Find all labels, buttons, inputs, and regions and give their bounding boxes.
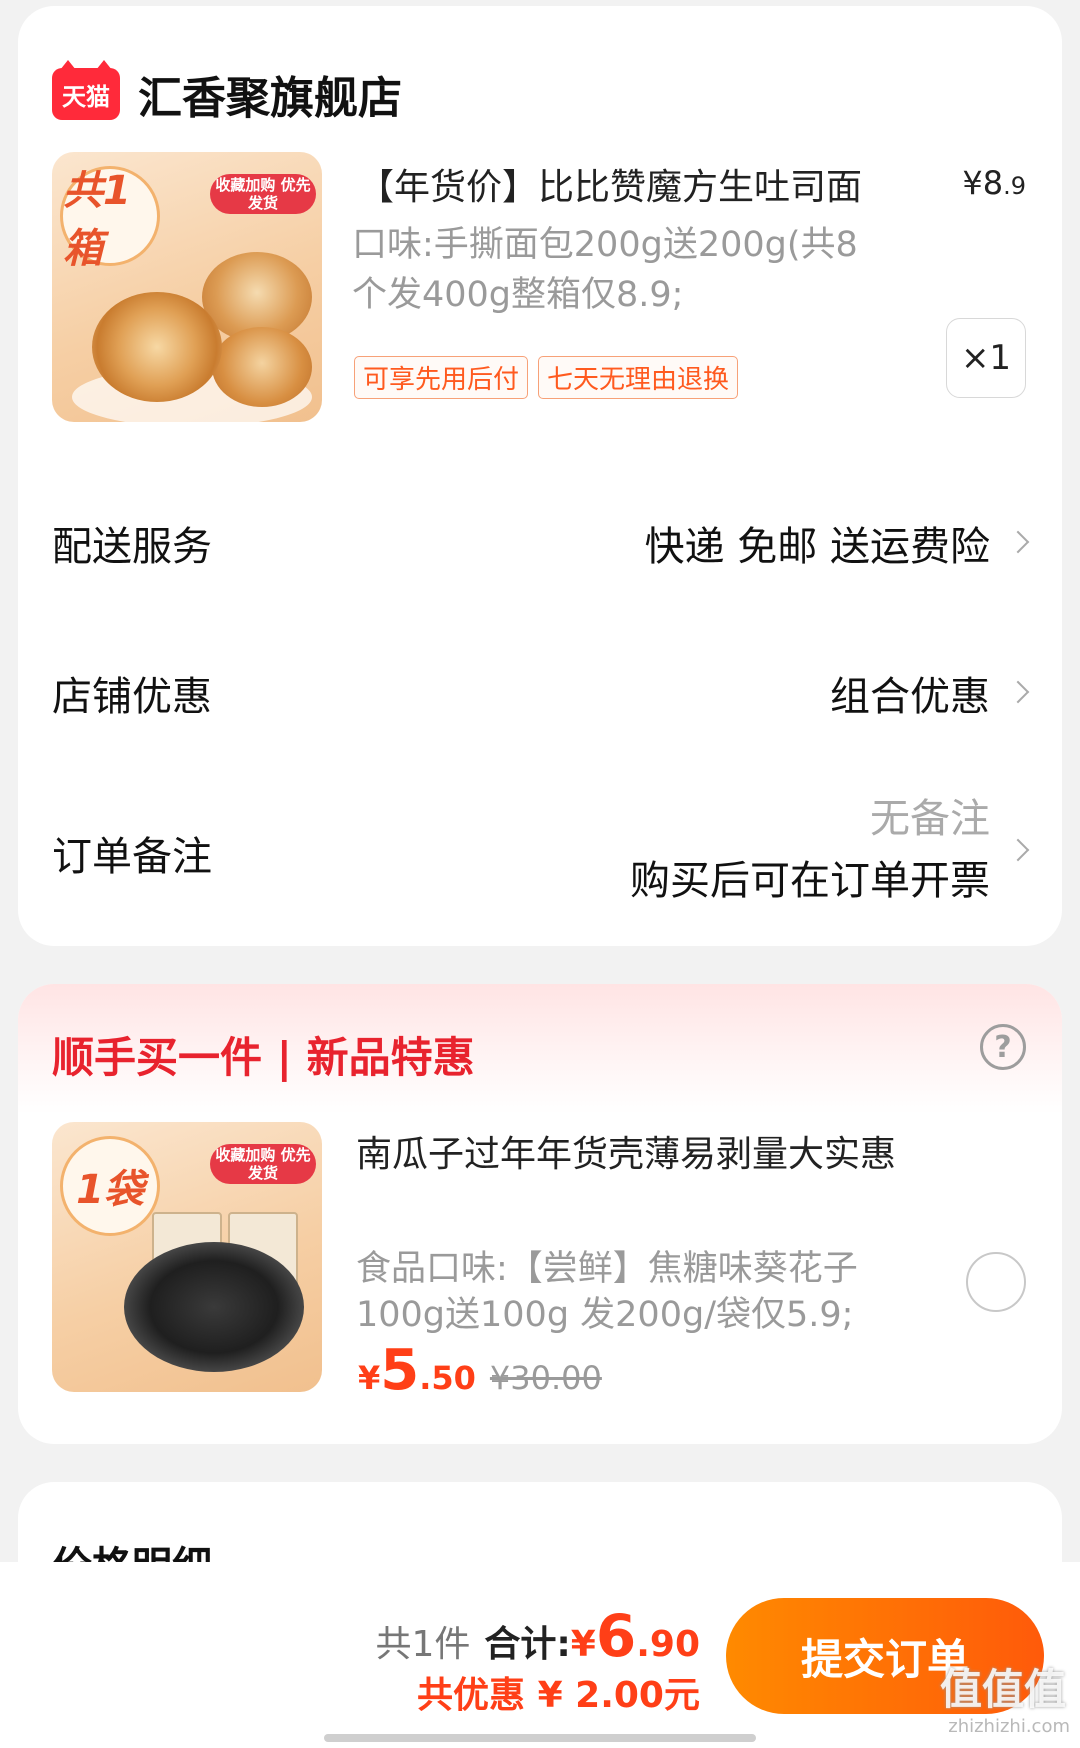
price-decimal: .9 [1003, 172, 1026, 200]
tag-pay-later: 可享先用后付 [354, 356, 529, 399]
chevron-right-icon [1006, 838, 1030, 862]
addon-product-spec[interactable]: 食品口味:【尝鲜】焦糖味葵花子100g送100g 发200g/袋仅5.9; [356, 1246, 916, 1338]
product-title[interactable]: 【年货价】比比赞魔方生吐司面 [358, 158, 918, 210]
image-badge: 1袋 [60, 1136, 160, 1236]
item-count: 共1件 [375, 1624, 471, 1665]
product-price: ¥8.9 [962, 164, 1026, 202]
image-promo-tag: 收藏加购 优先发货 [210, 1144, 316, 1184]
watermark-url: zhizhizhi.com [948, 1716, 1070, 1737]
note-value: 无备注 [870, 796, 990, 842]
total-decimal: .90 [636, 1624, 700, 1665]
addon-title: 顺手买一件 | 新品特惠 [52, 1033, 475, 1082]
store-header[interactable]: 天猫 汇香聚旗舰店 [52, 58, 402, 130]
original-price: ¥30.00 [489, 1359, 602, 1397]
chevron-right-icon [1006, 530, 1030, 554]
price-decimal: .50 [419, 1359, 476, 1397]
store-order-card: 天猫 汇香聚旗舰店 共1箱 收藏加购 优先发货 【年货价】比比赞魔方生吐司面 ¥… [18, 6, 1062, 946]
order-total: 共1件 合计: ¥6.90 [375, 1602, 700, 1670]
image-promo-tag: 收藏加购 优先发货 [210, 174, 316, 214]
product-image[interactable]: 共1箱 收藏加购 优先发货 [52, 152, 322, 422]
service-tags: 可享先用后付 七天无理由退换 [354, 356, 739, 399]
delivery-label: 配送服务 [52, 524, 212, 570]
price-integer: 5 [380, 1338, 420, 1403]
tmall-logo-text: 天猫 [62, 82, 110, 111]
total-label: 合计: [484, 1624, 571, 1665]
seeds-shape [124, 1242, 304, 1372]
tmall-logo-icon: 天猫 [52, 60, 120, 120]
order-note-row[interactable]: 订单备注 无备注 购买后可在订单开票 [52, 786, 1030, 916]
discount-label: 店铺优惠 [52, 674, 212, 720]
price-symbol: ¥ [962, 164, 983, 202]
addon-product-price: ¥ 5 .50 ¥30.00 [358, 1338, 602, 1403]
quantity-stepper[interactable]: ×1 [946, 318, 1026, 398]
addon-offer-card: 顺手买一件 | 新品特惠 ? 1袋 收藏加购 优先发货 南瓜子过年年货壳薄易剥量… [18, 984, 1062, 1444]
discount-value: 组合优惠 [830, 674, 990, 720]
addon-select-radio[interactable] [966, 1252, 1026, 1312]
bread-shape [92, 292, 222, 402]
store-discount-row[interactable]: 店铺优惠 组合优惠 [52, 664, 1030, 724]
product-spec[interactable]: 口味:手撕面包200g送200g(共8个发400g整箱仅8.9; [352, 220, 872, 320]
note-label: 订单备注 [52, 834, 212, 880]
total-integer: 6 [595, 1602, 637, 1670]
addon-product-title[interactable]: 南瓜子过年年货壳薄易剥量大实惠 [356, 1132, 896, 1178]
image-badge: 共1箱 [60, 166, 160, 272]
invoice-hint: 购买后可在订单开票 [630, 858, 990, 904]
total-price: ¥6.90 [571, 1602, 700, 1670]
bread-shape [212, 327, 312, 407]
price-symbol: ¥ [358, 1359, 381, 1397]
home-indicator[interactable] [324, 1734, 756, 1742]
delivery-service-row[interactable]: 配送服务 快递 免邮 送运费险 [52, 514, 1030, 574]
price-integer: 8 [982, 164, 1004, 202]
tag-free-return: 七天无理由退换 [538, 356, 739, 399]
chevron-right-icon [1006, 680, 1030, 704]
total-symbol: ¥ [570, 1624, 596, 1665]
delivery-value: 快递 免邮 送运费险 [644, 524, 990, 570]
store-name[interactable]: 汇香聚旗舰店 [138, 62, 402, 126]
watermark-logo: 值值值 [939, 1665, 1066, 1714]
addon-product-image[interactable]: 1袋 收藏加购 优先发货 [52, 1122, 322, 1392]
help-icon[interactable]: ? [980, 1024, 1026, 1070]
checkout-bar: 共1件 合计: ¥6.90 共优惠 ¥ 2.00元 提交订单 [0, 1562, 1080, 1748]
total-discount: 共优惠 ¥ 2.00元 [417, 1675, 700, 1716]
